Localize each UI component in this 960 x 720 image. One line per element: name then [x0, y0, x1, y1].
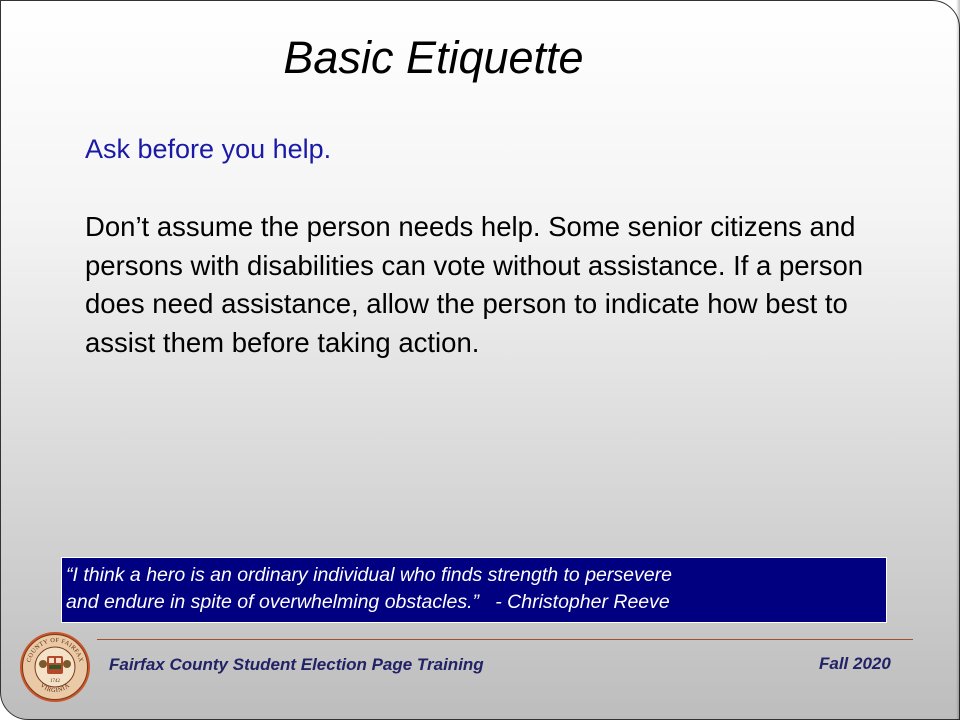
- slide-title: Basic Etiquette: [283, 32, 584, 83]
- footer-divider: [97, 639, 913, 640]
- slide: Basic Etiquette Ask before you help. Don…: [0, 0, 960, 720]
- footer-course-title: Fairfax County Student Election Page Tra…: [109, 655, 484, 674]
- seal-year: 1742: [50, 679, 61, 684]
- slide-shadow: [956, 0, 960, 720]
- quote-line-1: “I think a hero is an ordinary individua…: [66, 564, 672, 586]
- quote-line-2: and endure in spite of overwhelming obst…: [66, 591, 670, 613]
- body-paragraph: Don’t assume the person needs help. Some…: [85, 211, 864, 358]
- footer-term: Fall 2020: [819, 654, 891, 673]
- quote-box: “I think a hero is an ordinary individua…: [61, 557, 887, 623]
- county-seal-logo: COUNTY OF FAIRFAX VIRGINIA 1742: [20, 632, 90, 702]
- slide-subtitle: Ask before you help.: [85, 134, 332, 164]
